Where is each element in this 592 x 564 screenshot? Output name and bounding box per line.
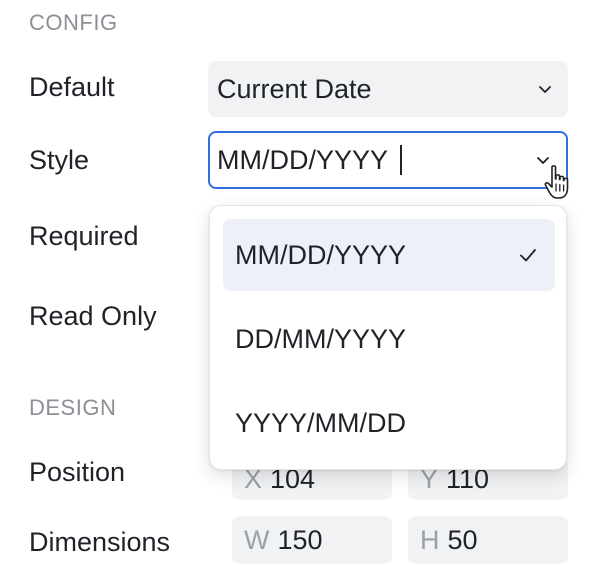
option-label: DD/MM/YYYY (235, 323, 407, 354)
default-select[interactable]: Current Date (208, 61, 568, 117)
option-label: MM/DD/YYYY (235, 239, 407, 270)
option-label: YYYY/MM/DD (235, 407, 407, 438)
config-section-title: CONFIG (29, 10, 118, 35)
style-select[interactable]: MM/DD/YYYY (208, 131, 568, 189)
h-axis-label: H (420, 524, 440, 555)
dimension-h-field[interactable]: H 50 (408, 516, 568, 564)
position-label: Position (29, 457, 126, 487)
style-dropdown-menu: MM/DD/YYYY DD/MM/YYYY YYYY/MM/DD (209, 205, 567, 470)
dropdown-option-yyyy-mm-dd[interactable]: YYYY/MM/DD (223, 387, 555, 459)
dimension-w-field[interactable]: W 150 (232, 516, 392, 564)
style-label: Style (29, 145, 90, 175)
text-caret (400, 145, 403, 175)
dropdown-option-mm-dd-yyyy[interactable]: MM/DD/YYYY (223, 219, 555, 291)
required-label: Required (29, 221, 139, 251)
dimensions-label: Dimensions (29, 527, 171, 557)
style-select-value: MM/DD/YYYY (217, 144, 389, 175)
chevron-down-icon (539, 86, 551, 93)
h-value: 50 (447, 524, 478, 555)
design-section-title: DESIGN (29, 395, 117, 420)
read-only-label: Read Only (29, 301, 157, 331)
w-value: 150 (277, 524, 323, 555)
default-select-value: Current Date (217, 73, 372, 104)
dropdown-option-dd-mm-yyyy[interactable]: DD/MM/YYYY (223, 303, 555, 375)
hand-pointer-icon (544, 165, 569, 199)
check-icon (520, 249, 536, 262)
default-label: Default (29, 72, 115, 102)
w-axis-label: W (244, 524, 270, 555)
